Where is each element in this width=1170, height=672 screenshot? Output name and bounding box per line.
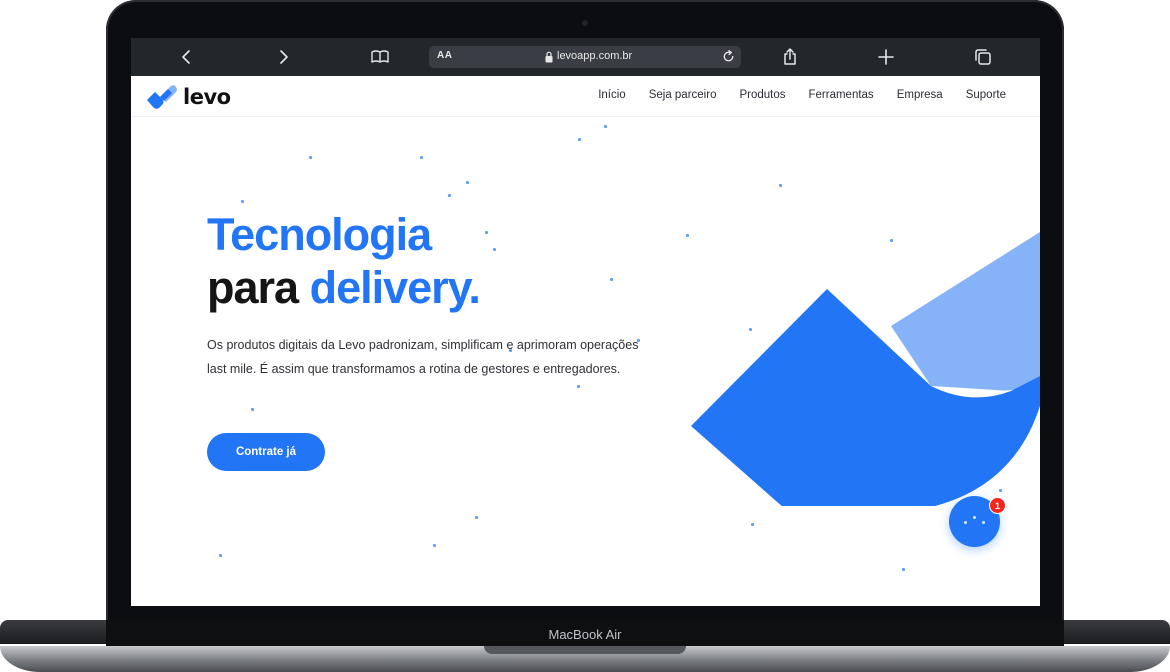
- book-icon[interactable]: [370, 47, 390, 67]
- laptop-notch: [484, 646, 686, 654]
- chat-dot-icon: [982, 521, 985, 524]
- chevron-left-icon[interactable]: [177, 47, 197, 67]
- hero-title-blue-word: delivery.: [309, 262, 481, 313]
- laptop-base: MacBook Air: [0, 620, 1170, 672]
- tabs-icon[interactable]: [973, 47, 993, 67]
- main-nav: Início Seja parceiro Produtos Ferramenta…: [598, 89, 1006, 101]
- logo-wordmark: levo: [183, 85, 231, 109]
- nav-seja-parceiro[interactable]: Seja parceiro: [649, 89, 717, 101]
- nav-suporte[interactable]: Suporte: [966, 89, 1006, 101]
- browser-window: AA levoapp.com.br levo Início Seja parce…: [131, 38, 1040, 606]
- chat-notification-badge: 1: [989, 497, 1006, 514]
- levo-logo[interactable]: levo: [146, 84, 231, 110]
- browser-toolbar: AA levoapp.com.br: [131, 38, 1040, 76]
- hero-description: Os produtos digitais da Levo padronizam,…: [207, 338, 639, 376]
- reload-icon[interactable]: [721, 49, 736, 64]
- web-page: levo Início Seja parceiro Produtos Ferra…: [131, 76, 1040, 606]
- hero-title-line1: Tecnologia: [207, 209, 432, 260]
- chat-dot-icon: [964, 521, 967, 524]
- address-bar[interactable]: AA levoapp.com.br: [429, 46, 741, 68]
- camera-icon: [582, 20, 588, 26]
- hero-title: Tecnologia para delivery.: [207, 208, 481, 314]
- text-size-button[interactable]: AA: [437, 50, 452, 61]
- share-icon[interactable]: [780, 47, 800, 67]
- lock-icon: [545, 51, 553, 63]
- device-label: MacBook Air: [548, 627, 622, 642]
- site-header: levo Início Seja parceiro Produtos Ferra…: [131, 76, 1040, 117]
- nav-inicio[interactable]: Início: [598, 89, 626, 101]
- levo-logo-icon: [147, 85, 177, 109]
- nav-empresa[interactable]: Empresa: [897, 89, 943, 101]
- chevron-right-icon[interactable]: [273, 47, 293, 67]
- url-text: levoapp.com.br: [557, 50, 633, 62]
- nav-ferramentas[interactable]: Ferramentas: [809, 89, 874, 101]
- hero-title-dark-word: para: [207, 262, 299, 313]
- contrate-ja-button[interactable]: Contrate já: [207, 433, 325, 471]
- plus-icon[interactable]: [876, 47, 896, 67]
- levo-hero-shape: [691, 232, 1040, 506]
- chat-dot-icon: [973, 516, 976, 519]
- nav-produtos[interactable]: Produtos: [739, 89, 785, 101]
